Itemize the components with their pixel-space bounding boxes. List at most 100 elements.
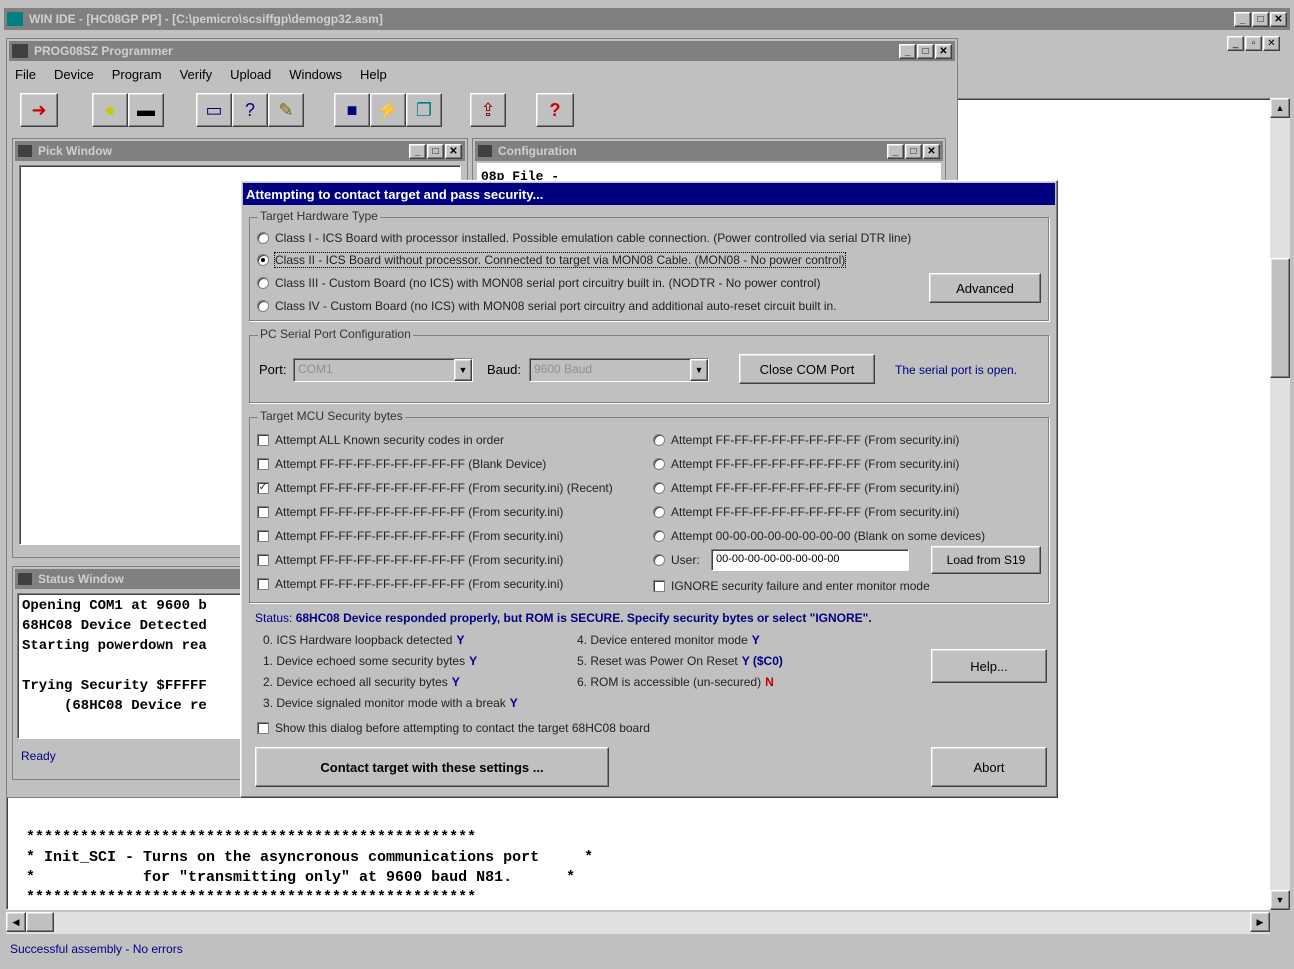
- radio-class-iv[interactable]: [257, 300, 269, 312]
- sec-left-3-checkbox[interactable]: [257, 506, 269, 518]
- menu-verify[interactable]: Verify: [180, 67, 213, 82]
- config-maximize-icon[interactable]: □: [905, 143, 922, 159]
- radio-class-ii[interactable]: [257, 254, 269, 266]
- sec-left-0-checkbox[interactable]: [257, 434, 269, 446]
- toolbar-bulb-button[interactable]: ●: [92, 93, 128, 127]
- sec-right-3-radio[interactable]: [653, 506, 665, 518]
- ide-minimize-icon[interactable]: _: [1234, 11, 1251, 27]
- menu-windows[interactable]: Windows: [289, 67, 342, 82]
- class-iii-radio[interactable]: Class III - Custom Board (no ICS) with M…: [257, 276, 820, 290]
- sec-right-4[interactable]: Attempt 00-00-00-00-00-00-00-00 (Blank o…: [653, 529, 985, 543]
- hscroll-thumb[interactable]: [26, 912, 54, 932]
- class-i-radio[interactable]: Class I - ICS Board with processor insta…: [257, 231, 911, 245]
- scroll-right-icon[interactable]: ▶: [1250, 912, 1270, 932]
- programmer-close-icon[interactable]: ✕: [935, 43, 952, 59]
- doc-restore-icon[interactable]: ▫: [1245, 36, 1262, 51]
- user-security-input[interactable]: 00-00-00-00-00-00-00-00: [711, 549, 909, 571]
- port-select[interactable]: COM1 ▼: [293, 358, 473, 382]
- sec-right-0-radio[interactable]: [653, 434, 665, 446]
- scroll-up-icon[interactable]: ▲: [1270, 98, 1290, 118]
- doc-close-icon[interactable]: ✕: [1263, 36, 1280, 51]
- scroll-down-icon[interactable]: ▼: [1270, 890, 1290, 910]
- menu-help[interactable]: Help: [360, 67, 387, 82]
- sec-right-4-radio[interactable]: [653, 530, 665, 542]
- sec-left-1-checkbox[interactable]: [257, 458, 269, 470]
- menu-program[interactable]: Program: [112, 67, 162, 82]
- toolbar-help-button[interactable]: ?: [536, 93, 574, 127]
- toolbar-upload-button[interactable]: ⇪: [470, 93, 506, 127]
- port-status-text: The serial port is open.: [895, 363, 1018, 377]
- sec-right-2[interactable]: Attempt FF-FF-FF-FF-FF-FF-FF-FF (From se…: [653, 481, 959, 495]
- vertical-scrollbar[interactable]: ▲ ▼: [1270, 98, 1290, 910]
- programmer-maximize-icon[interactable]: □: [917, 43, 934, 59]
- class-ii-radio[interactable]: Class II - ICS Board without processor. …: [257, 252, 847, 268]
- menu-file[interactable]: File: [15, 67, 36, 82]
- sec-left-6-checkbox[interactable]: [257, 578, 269, 590]
- sec-left-1[interactable]: Attempt FF-FF-FF-FF-FF-FF-FF-FF (Blank D…: [257, 457, 546, 471]
- sec-right-2-radio[interactable]: [653, 482, 665, 494]
- advanced-button[interactable]: Advanced: [929, 273, 1041, 303]
- doc-minimize-icon[interactable]: _: [1227, 36, 1244, 51]
- radio-class-iii[interactable]: [257, 277, 269, 289]
- mcu-group-label: Target MCU Security bytes: [258, 409, 405, 423]
- sec-right-1[interactable]: Attempt FF-FF-FF-FF-FF-FF-FF-FF (From se…: [653, 457, 959, 471]
- sec-left-5-checkbox[interactable]: [257, 554, 269, 566]
- menu-upload[interactable]: Upload: [230, 67, 271, 82]
- status-log[interactable]: Opening COM1 at 9600 b 68HC08 Device Det…: [17, 593, 243, 739]
- sec-left-2-checkbox[interactable]: ✓: [257, 482, 269, 494]
- toolbar-chip-button[interactable]: ▬: [128, 93, 164, 127]
- sec-left-0[interactable]: Attempt ALL Known security codes in orde…: [257, 433, 504, 447]
- config-title-bar[interactable]: Configuration _ □ ✕: [475, 141, 943, 161]
- baud-dropdown-icon[interactable]: ▼: [690, 359, 708, 381]
- sec-right-0[interactable]: Attempt FF-FF-FF-FF-FF-FF-FF-FF (From se…: [653, 433, 959, 447]
- toolbar-program-button[interactable]: ⚡: [370, 93, 406, 127]
- toolbar-save-button[interactable]: ■: [334, 93, 370, 127]
- port-dropdown-icon[interactable]: ▼: [454, 359, 472, 381]
- ignore-checkbox[interactable]: [653, 580, 665, 592]
- scroll-left-icon[interactable]: ◀: [6, 912, 26, 932]
- config-minimize-icon[interactable]: _: [887, 143, 904, 159]
- abort-button[interactable]: Abort: [931, 747, 1047, 787]
- programmer-title-bar[interactable]: PROG08SZ Programmer _ □ ✕: [9, 41, 955, 61]
- sec-left-5[interactable]: Attempt FF-FF-FF-FF-FF-FF-FF-FF (From se…: [257, 553, 563, 567]
- toolbar-monitor-button[interactable]: ▭: [196, 93, 232, 127]
- programmer-minimize-icon[interactable]: _: [899, 43, 916, 59]
- sec-right-3[interactable]: Attempt FF-FF-FF-FF-FF-FF-FF-FF (From se…: [653, 505, 959, 519]
- toolbar-window-help-button[interactable]: ?: [232, 93, 268, 127]
- ide-maximize-icon[interactable]: □: [1252, 11, 1269, 27]
- sec-left-4[interactable]: Attempt FF-FF-FF-FF-FF-FF-FF-FF (From se…: [257, 529, 563, 543]
- sec-right-1-radio[interactable]: [653, 458, 665, 470]
- class-iv-radio[interactable]: Class IV - Custom Board (no ICS) with MO…: [257, 299, 837, 313]
- pick-maximize-icon[interactable]: □: [427, 143, 444, 159]
- horizontal-scrollbar[interactable]: ◀ ▶: [6, 912, 1270, 934]
- ide-title-bar[interactable]: WIN IDE - [HC08GP PP] - [C:\pemicro\scsi…: [4, 8, 1290, 30]
- toolbar-copy-button[interactable]: ❐: [406, 93, 442, 127]
- scroll-thumb[interactable]: [1270, 258, 1290, 378]
- ignore-option[interactable]: IGNORE security failure and enter monito…: [653, 579, 930, 593]
- toolbar-edit-button[interactable]: ✎: [268, 93, 304, 127]
- pick-minimize-icon[interactable]: _: [409, 143, 426, 159]
- diag-0-text: 0. ICS Hardware loopback detected: [263, 633, 453, 647]
- close-com-port-button[interactable]: Close COM Port: [739, 354, 875, 384]
- user-radio[interactable]: [653, 554, 665, 566]
- ide-close-icon[interactable]: ✕: [1270, 11, 1287, 27]
- dialog-title-bar[interactable]: Attempting to contact target and pass se…: [243, 183, 1055, 205]
- radio-class-i[interactable]: [257, 232, 269, 244]
- load-from-s19-button[interactable]: Load from S19: [931, 546, 1041, 574]
- sec-left-2[interactable]: ✓ Attempt FF-FF-FF-FF-FF-FF-FF-FF (From s…: [257, 481, 613, 495]
- help-button[interactable]: Help...: [931, 649, 1047, 683]
- sec-left-4-checkbox[interactable]: [257, 530, 269, 542]
- user-option[interactable]: User:: [653, 553, 700, 567]
- baud-select[interactable]: 9600 Baud ▼: [529, 358, 709, 382]
- menu-device[interactable]: Device: [54, 67, 94, 82]
- sec-left-3[interactable]: Attempt FF-FF-FF-FF-FF-FF-FF-FF (From se…: [257, 505, 563, 519]
- show-dialog-option[interactable]: Show this dialog before attempting to co…: [257, 721, 650, 735]
- pick-title-bar[interactable]: Pick Window _ □ ✕: [15, 141, 465, 161]
- toolbar-arrow-button[interactable]: ➜: [20, 93, 58, 127]
- contact-target-button[interactable]: Contact target with these settings ...: [255, 747, 609, 787]
- pick-close-icon[interactable]: ✕: [445, 143, 462, 159]
- show-dialog-checkbox[interactable]: [257, 722, 269, 734]
- config-close-icon[interactable]: ✕: [923, 143, 940, 159]
- status-title-bar[interactable]: Status Window: [15, 569, 245, 589]
- sec-left-6[interactable]: Attempt FF-FF-FF-FF-FF-FF-FF-FF (From se…: [257, 577, 563, 591]
